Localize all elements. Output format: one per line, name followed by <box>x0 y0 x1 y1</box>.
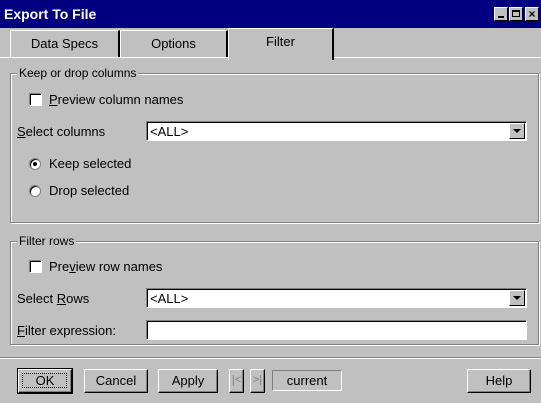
keep-drop-legend: Keep or drop columns <box>17 66 139 80</box>
filter-expression-input[interactable] <box>146 320 527 340</box>
help-button[interactable]: Help <box>467 369 531 393</box>
next-record-button[interactable]: >| <box>250 369 265 393</box>
select-columns-text: elect columns <box>25 124 106 139</box>
keep-drop-columns-group: Keep or drop columns Preview column name… <box>10 66 539 223</box>
chevron-down-icon <box>513 129 521 133</box>
select-rows-text-a: Select <box>17 291 57 306</box>
preview-row-names-checkbox[interactable] <box>29 260 42 273</box>
select-rows-dropdown[interactable]: <ALL> <box>146 288 527 308</box>
tab-options[interactable]: Options <box>120 30 228 57</box>
keep-selected-radio[interactable] <box>29 158 41 170</box>
footer-divider-highlight <box>0 358 541 359</box>
minimize-button[interactable] <box>494 7 508 21</box>
close-icon: × <box>528 7 536 21</box>
maximize-icon <box>512 10 520 17</box>
filter-rows-legend: Filter rows <box>17 234 77 248</box>
current-record-field: current <box>272 370 342 391</box>
cancel-button[interactable]: Cancel <box>84 369 148 393</box>
tab-data-specs[interactable]: Data Specs <box>10 30 120 57</box>
maximize-button[interactable] <box>509 7 523 21</box>
window-title: Export To File <box>4 6 97 22</box>
preview-column-names-label[interactable]: Preview column names <box>49 92 183 107</box>
first-record-button[interactable]: |< <box>229 369 244 393</box>
preview-row-names-label[interactable]: Preview row names <box>49 259 162 274</box>
preview-column-names-mnemonic: P <box>49 92 58 107</box>
select-columns-dropdown[interactable]: <ALL> <box>146 121 527 141</box>
select-rows-mnemonic: R <box>56 291 67 306</box>
apply-button[interactable]: Apply <box>158 369 218 393</box>
preview-column-names-checkbox[interactable] <box>29 93 42 106</box>
preview-column-names-text: review column names <box>57 92 184 107</box>
next-record-icon: >| <box>252 374 263 386</box>
select-rows-text-b: ows <box>66 291 90 306</box>
keep-selected-label[interactable]: Keep selected <box>49 156 131 171</box>
export-to-file-dialog: Export To File × Data Specs Options Filt… <box>0 0 541 403</box>
preview-row-names-text-a: Pre <box>49 259 70 274</box>
filter-expression-text: ilter expression: <box>24 323 116 338</box>
filter-expression-label: Filter expression: <box>17 323 116 338</box>
drop-selected-label[interactable]: Drop selected <box>49 183 129 198</box>
filter-expression-mnemonic: F <box>17 323 25 338</box>
filter-rows-group: Filter rows Preview row names Select Row… <box>10 234 539 345</box>
drop-selected-radio[interactable] <box>29 185 41 197</box>
select-columns-dropdown-button[interactable] <box>509 123 525 139</box>
minimize-icon <box>498 16 504 18</box>
ok-button[interactable]: OK <box>17 368 73 394</box>
title-bar[interactable]: Export To File × <box>0 0 541 28</box>
select-columns-value: <ALL> <box>150 124 189 139</box>
preview-row-names-text-b: iew row names <box>75 259 163 274</box>
chevron-down-icon <box>513 296 521 300</box>
focus-rectangle <box>22 373 67 388</box>
select-columns-label: Select columns <box>17 124 105 139</box>
select-rows-value: <ALL> <box>150 291 189 306</box>
radio-selected-dot <box>33 162 37 166</box>
close-button[interactable]: × <box>525 7 539 21</box>
select-rows-dropdown-button[interactable] <box>509 290 525 306</box>
select-columns-mnemonic: S <box>17 124 26 139</box>
select-rows-label: Select Rows <box>17 291 89 306</box>
first-record-icon: |< <box>231 374 242 386</box>
tab-filter[interactable]: Filter <box>228 28 334 60</box>
